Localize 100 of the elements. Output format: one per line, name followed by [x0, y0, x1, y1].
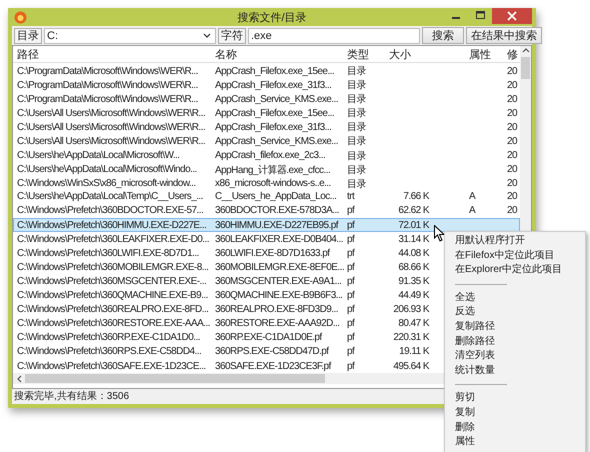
table-cell-text: C:\ProgramData\Microsoft\Windows\WER\R...	[16, 66, 199, 76]
menu-item[interactable]: 复制	[445, 406, 475, 421]
table-cell-text: x86_microsoft-windows-s..e...	[214, 178, 332, 190]
table-cell-text: AppCrash_Filefox.exe_15ee...	[214, 66, 336, 76]
table-cell-text: pf	[346, 276, 356, 287]
menu-item[interactable]: 复制路径	[445, 320, 495, 335]
table-cell-text: 目录	[346, 65, 367, 78]
table-cell-text: 20	[506, 191, 518, 202]
menu-item[interactable]: 清空列表	[445, 349, 495, 364]
table-cell-text: 360HIMMU.EXE-D227EB95.pf	[214, 220, 340, 231]
table-cell: 91.35 K	[398, 276, 429, 287]
menu-item[interactable]: 删除路径	[445, 334, 495, 350]
table-cell-text: 360REALPRO.EXE-8FD3D9...	[214, 304, 339, 316]
table-cell-text: C:\ProgramData\Microsoft\Windows\WER\R...	[16, 80, 199, 91]
table-row[interactable]: C:\Users\he\AppData\Local\Temp\C__Users_... C__Users_he_AppData_Loc... trt 7.66 K A 20	[13, 190, 520, 204]
table-row[interactable]: C:\ProgramData\Microsoft\Windows\WER\R... AppCrash_Service_KMS.exe... 目录 20	[13, 91, 520, 106]
menu-item[interactable]: 全选	[445, 290, 475, 306]
column-header[interactable]: 路径	[13, 46, 211, 62]
column-header[interactable]: 名称	[211, 46, 343, 62]
table-cell-text: 360RP.EXE-C1DA1D0E.pf	[214, 332, 324, 344]
table-row[interactable]: C:\Users\All Users\Microsoft\Windows\WER\R... AppCrash_Filefox.exe_15ee... 目录 20	[13, 105, 520, 120]
table-cell-text: C:\Windows\Prefetch\360MSGCENTER.EXE-...	[16, 276, 208, 287]
menu-item[interactable]: 反选	[445, 305, 475, 320]
search-button[interactable]: 在结果中搜索	[466, 27, 542, 44]
table-cell-text: C:\Users\All Users\Microsoft\Windows\WER\R...	[16, 122, 206, 133]
cursor-icon	[434, 225, 445, 242]
table-row[interactable]: C:\Windows\Prefetch\360BDOCTOR.EXE-57... 360BDOCTOR.EXE-578D3A... pf 62.62 K A 20	[13, 204, 520, 218]
table-cell-text: C__Users_he_AppData_Loc...	[214, 191, 338, 202]
table-cell-text: A	[468, 205, 476, 216]
table-cell-text: 20	[506, 164, 518, 176]
table-cell-text: C:\Users\All Users\Microsoft\Windows\WER\R...	[16, 136, 206, 147]
table-cell-text: AppCrash_filefox.exe_2c3...	[214, 150, 326, 162]
table-cell-text: 360RPS.EXE-C58DD47D.pf	[214, 346, 330, 358]
table-cell: 72.01 K	[398, 220, 429, 231]
table-cell-text: AppCrash_Filefox.exe_15ee...	[214, 108, 336, 119]
table-cell-text: pf	[346, 332, 356, 344]
table-cell-text: C:\Windows\Prefetch\360RPS.EXE-C58DD4...	[16, 346, 202, 358]
pattern-field[interactable]: .exe	[248, 28, 420, 44]
table-cell-text: 目录	[346, 93, 367, 106]
table-cell-text: 目录	[346, 164, 367, 177]
table-cell-text: 360LEAKFIXER.EXE-D0B404...	[214, 234, 344, 245]
table-cell-text: 360RESTORE.EXE-AAA92D...	[214, 318, 340, 330]
table-row[interactable]: C:\ProgramData\Microsoft\Windows\WER\R... AppCrash_Filefox.exe_15ee... 目录 20	[13, 63, 520, 78]
table-cell-text: 目录	[346, 150, 367, 163]
table-row[interactable]: C:\Users\All Users\Microsoft\Windows\WER\R... AppCrash_Filefox.exe_31f3... 目录 20	[13, 119, 520, 134]
app-icon	[14, 10, 27, 24]
table-cell-text: trt	[346, 191, 356, 202]
table-row[interactable]: C:\Users\All Users\Microsoft\Windows\WER\R... AppCrash_Service_KMS.exe... 目录 20	[13, 133, 520, 148]
column-header[interactable]: 类型	[343, 46, 385, 62]
table-cell-text: C:\Users\he\AppData\Local\Microsoft\W...	[16, 150, 181, 162]
menu-item[interactable]: 在Explorer中定位此项目	[445, 263, 562, 278]
table-cell-text: C:\Windows\WinSxS\x86_microsoft-window...	[16, 178, 197, 190]
scroll-thumb[interactable]	[521, 57, 530, 79]
table-cell-text: C:\Windows\Prefetch\360HIMMU.EXE-D227E...	[16, 220, 208, 231]
table-cell-text: 目录	[346, 79, 367, 92]
table-row[interactable]: C:\Windows\WinSxS\x86_microsoft-window... x86_microsoft-windows-s..e... 目录 20	[13, 176, 520, 190]
table-cell-text: 目录	[346, 135, 367, 148]
table-cell-text: pf	[346, 248, 356, 259]
table-cell-text: C:\Windows\Prefetch\360RP.EXE-C1DA1D0...	[16, 332, 201, 344]
table-cell-text: AppCrash_Service_KMS.exe...	[214, 136, 339, 147]
menu-item[interactable]: 属性	[445, 435, 475, 450]
table-cell-text: 目录	[346, 121, 367, 134]
table-cell-text: 20	[506, 136, 518, 147]
table-row[interactable]: C:\Users\he\AppData\Local\Microsoft\W... AppCrash_filefox.exe_2c3... 目录 20	[13, 148, 520, 162]
table-cell-text: 20	[506, 178, 518, 190]
table-cell: 68.66 K	[398, 262, 429, 273]
column-header[interactable]: 大小	[385, 46, 465, 62]
menu-item[interactable]: 剪切	[445, 391, 475, 406]
menu-item[interactable]: 在Filefox中定位此项目	[445, 248, 554, 264]
table-cell-text: pf	[346, 318, 356, 330]
menu-item[interactable]: 统计数量	[445, 364, 495, 378]
table-row[interactable]: C:\ProgramData\Microsoft\Windows\WER\R... AppCrash_Filefox.exe_31f3... 目录 20	[13, 77, 520, 92]
close-icon[interactable]	[492, 8, 532, 24]
directory-label: 目录	[14, 28, 42, 44]
table-cell-text: C:\Windows\Prefetch\360LWIFI.EXE-8D7D1...	[16, 248, 200, 259]
pattern-label: 字符	[218, 28, 246, 44]
table-cell: 206.93 K	[393, 304, 429, 316]
table-cell-text: AppCrash_Filefox.exe_31f3...	[214, 122, 332, 133]
selected-row[interactable]: C:\Windows\Prefetch\360HIMMU.EXE-D227E... 360HIMMU.EXE-D227EB95.pf pf 72.01 K	[13, 218, 520, 232]
table-cell-text: pf	[346, 304, 356, 316]
column-header[interactable]: 属性	[465, 46, 505, 62]
table-cell: 80.47 K	[398, 318, 429, 330]
window-title: 搜索文件/目录	[237, 10, 307, 24]
scroll-left-icon[interactable]	[15, 374, 23, 384]
table-cell-text: 360QMACHINE.EXE-B9B6F3...	[214, 290, 344, 302]
directory-dropdown[interactable]: C:	[44, 28, 216, 44]
table-cell-text: C:\Windows\Prefetch\360REALPRO.EXE-8FD...	[16, 304, 210, 316]
scroll-thumb[interactable]	[25, 374, 325, 384]
table-cell-text: 20	[506, 205, 518, 216]
table-cell: 495.64 K	[393, 360, 429, 372]
table-cell: 62.62 K	[398, 205, 429, 216]
table-cell-text: AppCrash_Filefox.exe_31f3...	[214, 80, 332, 91]
table-cell-text: C:\Users\All Users\Microsoft\Windows\WER\R...	[16, 108, 206, 119]
table-row[interactable]: C:\Users\he\AppData\Local\Microsoft\Windo... AppHang_计算器.exe_cfcc... 目录 20	[13, 162, 520, 176]
table-cell-text: 360LWIFI.EXE-8D7D1633.pf	[214, 248, 331, 259]
menu-item[interactable]: 删除	[445, 420, 475, 436]
search-button[interactable]: 搜索	[422, 27, 464, 44]
column-header[interactable]: 修	[505, 46, 520, 62]
table-cell: 7.66 K	[403, 191, 429, 202]
menu-item[interactable]: 用默认程序打开	[445, 234, 525, 249]
